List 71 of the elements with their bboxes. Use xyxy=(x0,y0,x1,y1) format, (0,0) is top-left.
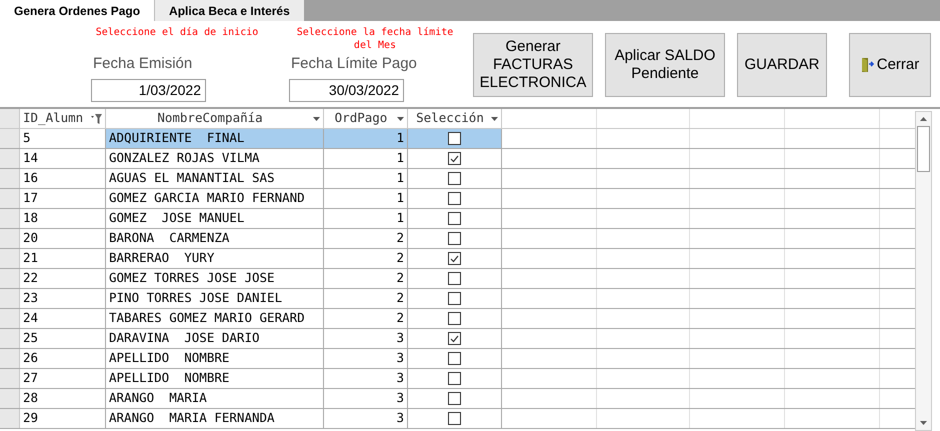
table-cell: 2 xyxy=(324,249,408,268)
column-header[interactable]: Selección xyxy=(408,109,502,128)
table-cell: BARRERAO YURY xyxy=(106,249,324,268)
check-icon xyxy=(450,334,459,342)
checkbox[interactable] xyxy=(448,212,461,225)
table-cell: 1 xyxy=(324,169,408,188)
table-cell: 3 xyxy=(324,369,408,388)
field-label: Fecha Emisión xyxy=(93,54,192,74)
action-button[interactable]: Generar FACTURAS ELECTRONICA xyxy=(473,33,593,97)
dropdown-icon[interactable] xyxy=(397,116,404,120)
checkbox[interactable] xyxy=(448,392,461,405)
checkbox[interactable] xyxy=(448,252,461,265)
table-cell: 1 xyxy=(324,189,408,208)
table-cell: 3 xyxy=(324,409,408,428)
table-cell: AGUAS EL MANANTIAL SAS xyxy=(106,169,324,188)
table-cell: 1 xyxy=(324,149,408,168)
table-cell: 1 xyxy=(324,209,408,228)
table-cell: 2 xyxy=(324,269,408,288)
tab[interactable]: Aplica Beca e Interés xyxy=(154,0,304,21)
checkbox[interactable] xyxy=(448,232,461,245)
checkbox[interactable] xyxy=(448,312,461,325)
checkbox[interactable] xyxy=(448,192,461,205)
table-cell: BARONA CARMENZA xyxy=(106,229,324,248)
action-button[interactable]: Aplicar SALDO Pendiente xyxy=(605,33,725,97)
hint-text: Seleccione el día de inicio xyxy=(94,26,260,39)
table-cell: 3 xyxy=(324,389,408,408)
checkbox[interactable] xyxy=(448,272,461,285)
table-cell: 3 xyxy=(324,349,408,368)
table-cell: APELLIDO NOMBRE xyxy=(106,369,324,388)
table-cell: GONZALEZ ROJAS VILMA xyxy=(106,149,324,168)
column-header[interactable]: ID_Alumn xyxy=(20,109,106,128)
scrollbar[interactable] xyxy=(915,111,932,431)
table-cell: 2 xyxy=(324,309,408,328)
date-field[interactable]: 30/03/2022 xyxy=(289,78,404,102)
check-icon xyxy=(450,154,459,162)
table-cell: 2 xyxy=(324,229,408,248)
dropdown-icon[interactable] xyxy=(491,116,498,120)
table-cell: GOMEZ TORRES JOSE JOSE xyxy=(106,269,324,288)
scroll-thumb[interactable] xyxy=(917,126,930,172)
table-cell: ARANGO MARIA xyxy=(106,389,324,408)
checkbox[interactable] xyxy=(448,332,461,345)
checkbox[interactable] xyxy=(448,372,461,385)
checkbox[interactable] xyxy=(448,412,461,425)
table-cell: 3 xyxy=(324,329,408,348)
table-cell: GOMEZ GARCIA MARIO FERNAND xyxy=(106,189,324,208)
action-button[interactable]: GUARDAR xyxy=(737,33,827,97)
column-header[interactable]: OrdPago xyxy=(324,109,408,128)
table-cell: 2 xyxy=(324,289,408,308)
table-cell: 1 xyxy=(324,129,408,148)
checkbox[interactable] xyxy=(448,152,461,165)
close-button[interactable]: Cerrar xyxy=(849,33,931,97)
table-cell: GOMEZ JOSE MANUEL xyxy=(106,209,324,228)
checkbox[interactable] xyxy=(448,132,461,145)
filter-icon[interactable] xyxy=(91,114,102,124)
hint-text: Seleccione la fecha límite del Mes xyxy=(296,26,454,52)
table-cell: DARAVINA JOSE DARIO xyxy=(106,329,324,348)
field-label: Fecha Límite Pago xyxy=(291,54,417,74)
exit-door-icon xyxy=(860,57,875,73)
check-icon xyxy=(450,254,459,262)
checkbox[interactable] xyxy=(448,292,461,305)
checkbox[interactable] xyxy=(448,352,461,365)
tab[interactable]: Genera Ordenes Pago xyxy=(0,0,154,21)
table-cell: TABARES GOMEZ MARIO GERARD xyxy=(106,309,324,328)
table-cell: PINO TORRES JOSE DANIEL xyxy=(106,289,324,308)
column-header[interactable]: NombreCompañía xyxy=(106,109,324,128)
checkbox[interactable] xyxy=(448,172,461,185)
table-cell: ADQUIRIENTE FINAL xyxy=(106,129,324,148)
table-cell: ARANGO MARIA FERNANDA xyxy=(106,409,324,428)
dropdown-icon[interactable] xyxy=(313,116,320,120)
table-cell: APELLIDO NOMBRE xyxy=(106,349,324,368)
date-field[interactable]: 1/03/2022 xyxy=(91,78,206,102)
